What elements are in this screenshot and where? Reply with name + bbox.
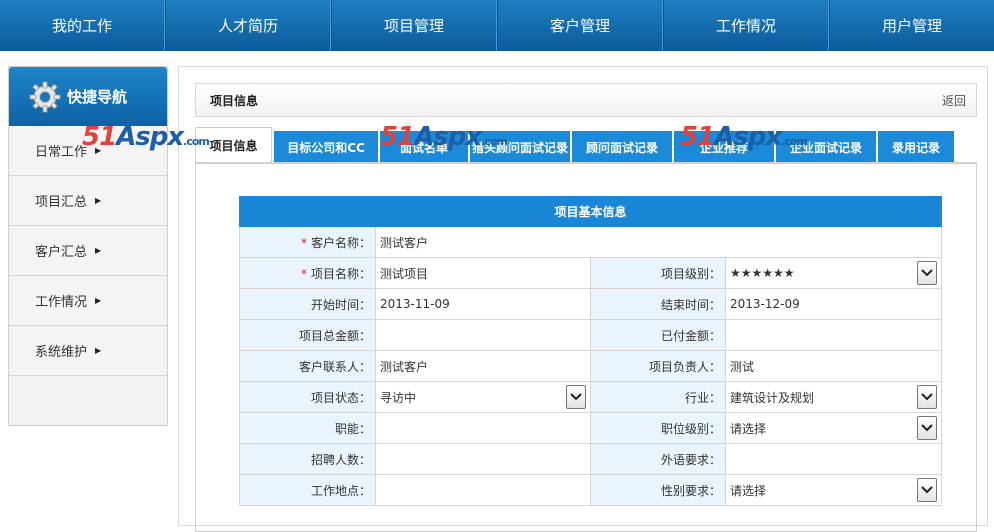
start-time-field[interactable]: 2013-11-09 [375,288,591,320]
page-header-bar: 项目信息 返回 [195,83,977,117]
back-link[interactable]: 返回 [942,92,966,109]
nav-projects[interactable]: 项目管理 [331,0,497,51]
sidebar: 快捷导航 日常工作 ▶ 项目汇总 ▶ 客户汇总 ▶ 工作情况 ▶ 系统维护 ▶ [8,66,168,426]
sidebar-item-work-status[interactable]: 工作情况 ▶ [9,276,167,326]
project-status-label: 项目状态： [239,381,376,413]
project-info-form: 项目基本信息 * 客户名称： 测试客户 * 项目名称： 测试项目 项目级别： ★★★… [238,196,943,506]
sidebar-item-system-maintenance[interactable]: 系统维护 ▶ [9,326,167,376]
triangle-right-icon: ▶ [95,296,102,305]
customer-name-field[interactable]: 测试客户 [374,226,943,258]
chevron-down-icon[interactable] [566,385,586,409]
triangle-right-icon: ▶ [95,346,102,355]
top-navigation: 我的工作 人才简历 项目管理 客户管理 工作情况 用户管理 [0,0,994,51]
total-amount-field[interactable] [375,319,591,351]
project-level-select[interactable]: ★★★★★★ [730,261,938,285]
headcount-label: 招聘人数： [239,443,376,475]
tab-hire-records[interactable]: 录用记录 [878,131,954,163]
tab-company-interviews[interactable]: 企业面试记录 [776,131,876,163]
paid-amount-label: 已付金额： [590,319,726,351]
work-location-field[interactable] [375,474,591,506]
end-time-field[interactable]: 2013-12-09 [724,288,943,320]
project-name-field[interactable]: 测试项目 [375,257,591,289]
required-mark: * [300,235,307,250]
industry-select[interactable]: 建筑设计及规划 [730,385,938,409]
gear-icon [29,81,61,113]
total-amount-label: 项目总金额： [239,319,376,351]
headcount-field[interactable] [375,443,591,475]
tab-headhunter-interviews[interactable]: 猎头顾问面试记录 [470,131,570,163]
sidebar-item-label: 日常工作 [35,145,88,160]
function-label: 职能： [239,412,376,444]
gender-requirement-label: 性别要求： [590,474,726,506]
chevron-down-icon[interactable] [917,261,938,285]
sidebar-header: 快捷导航 [9,67,167,126]
required-mark: * [300,266,307,281]
nav-customers[interactable]: 客户管理 [497,0,663,51]
project-manager-field[interactable]: 测试 [724,350,943,382]
position-grade-select[interactable]: 请选择 [730,416,938,440]
chevron-down-icon[interactable] [917,385,938,409]
chevron-down-icon[interactable] [917,478,938,502]
sidebar-item-customer-summary[interactable]: 客户汇总 ▶ [9,226,167,276]
tab-consultant-interviews[interactable]: 顾问面试记录 [572,131,672,163]
function-field[interactable] [375,412,591,444]
triangle-right-icon: ▶ [95,196,102,205]
tab-target-company[interactable]: 目标公司和CC [274,131,378,163]
triangle-right-icon: ▶ [95,146,102,155]
sidebar-item-label: 客户汇总 [35,245,88,260]
triangle-right-icon: ▶ [95,246,102,255]
tab-interview-list[interactable]: 面试名单 [380,131,468,163]
customer-name-label: * 客户名称： [239,226,376,258]
sidebar-item-label: 系统维护 [35,345,88,360]
tab-company-recommend[interactable]: 企业推荐 [674,131,774,163]
nav-resumes[interactable]: 人才简历 [165,0,331,51]
position-grade-label: 职位级别： [590,412,726,444]
work-location-label: 工作地点： [239,474,376,506]
customer-contact-field[interactable]: 测试客户 [375,350,591,382]
language-requirement-field[interactable] [724,443,943,475]
customer-contact-label: 客户联系人： [239,350,376,382]
tab-bar: 项目信息 目标公司和CC 面试名单 猎头顾问面试记录 顾问面试记录 企业推荐 企… [195,127,956,163]
project-level-label: 项目级别： [590,257,726,289]
sidebar-item-label: 工作情况 [35,295,88,310]
page-title: 项目信息 [210,93,259,108]
sidebar-item-project-summary[interactable]: 项目汇总 ▶ [9,176,167,226]
gender-requirement-select[interactable]: 请选择 [730,478,938,502]
nav-my-work[interactable]: 我的工作 [0,0,165,51]
sidebar-title: 快捷导航 [67,88,128,106]
tab-project-info[interactable]: 项目信息 [195,127,272,163]
start-time-label: 开始时间： [239,288,376,320]
project-status-select[interactable]: 寻访中 [380,385,586,409]
end-time-label: 结束时间： [590,288,726,320]
paid-amount-field[interactable] [724,319,943,351]
project-manager-label: 项目负责人： [590,350,726,382]
sidebar-item-daily-work[interactable]: 日常工作 ▶ [9,126,167,176]
nav-work-status[interactable]: 工作情况 [663,0,829,51]
nav-users[interactable]: 用户管理 [829,0,994,51]
industry-label: 行业： [590,381,726,413]
chevron-down-icon[interactable] [917,416,938,440]
language-requirement-label: 外语要求： [590,443,726,475]
form-caption: 项目基本信息 [238,196,943,227]
project-name-label: * 项目名称： [239,257,376,289]
sidebar-item-label: 项目汇总 [35,195,88,210]
